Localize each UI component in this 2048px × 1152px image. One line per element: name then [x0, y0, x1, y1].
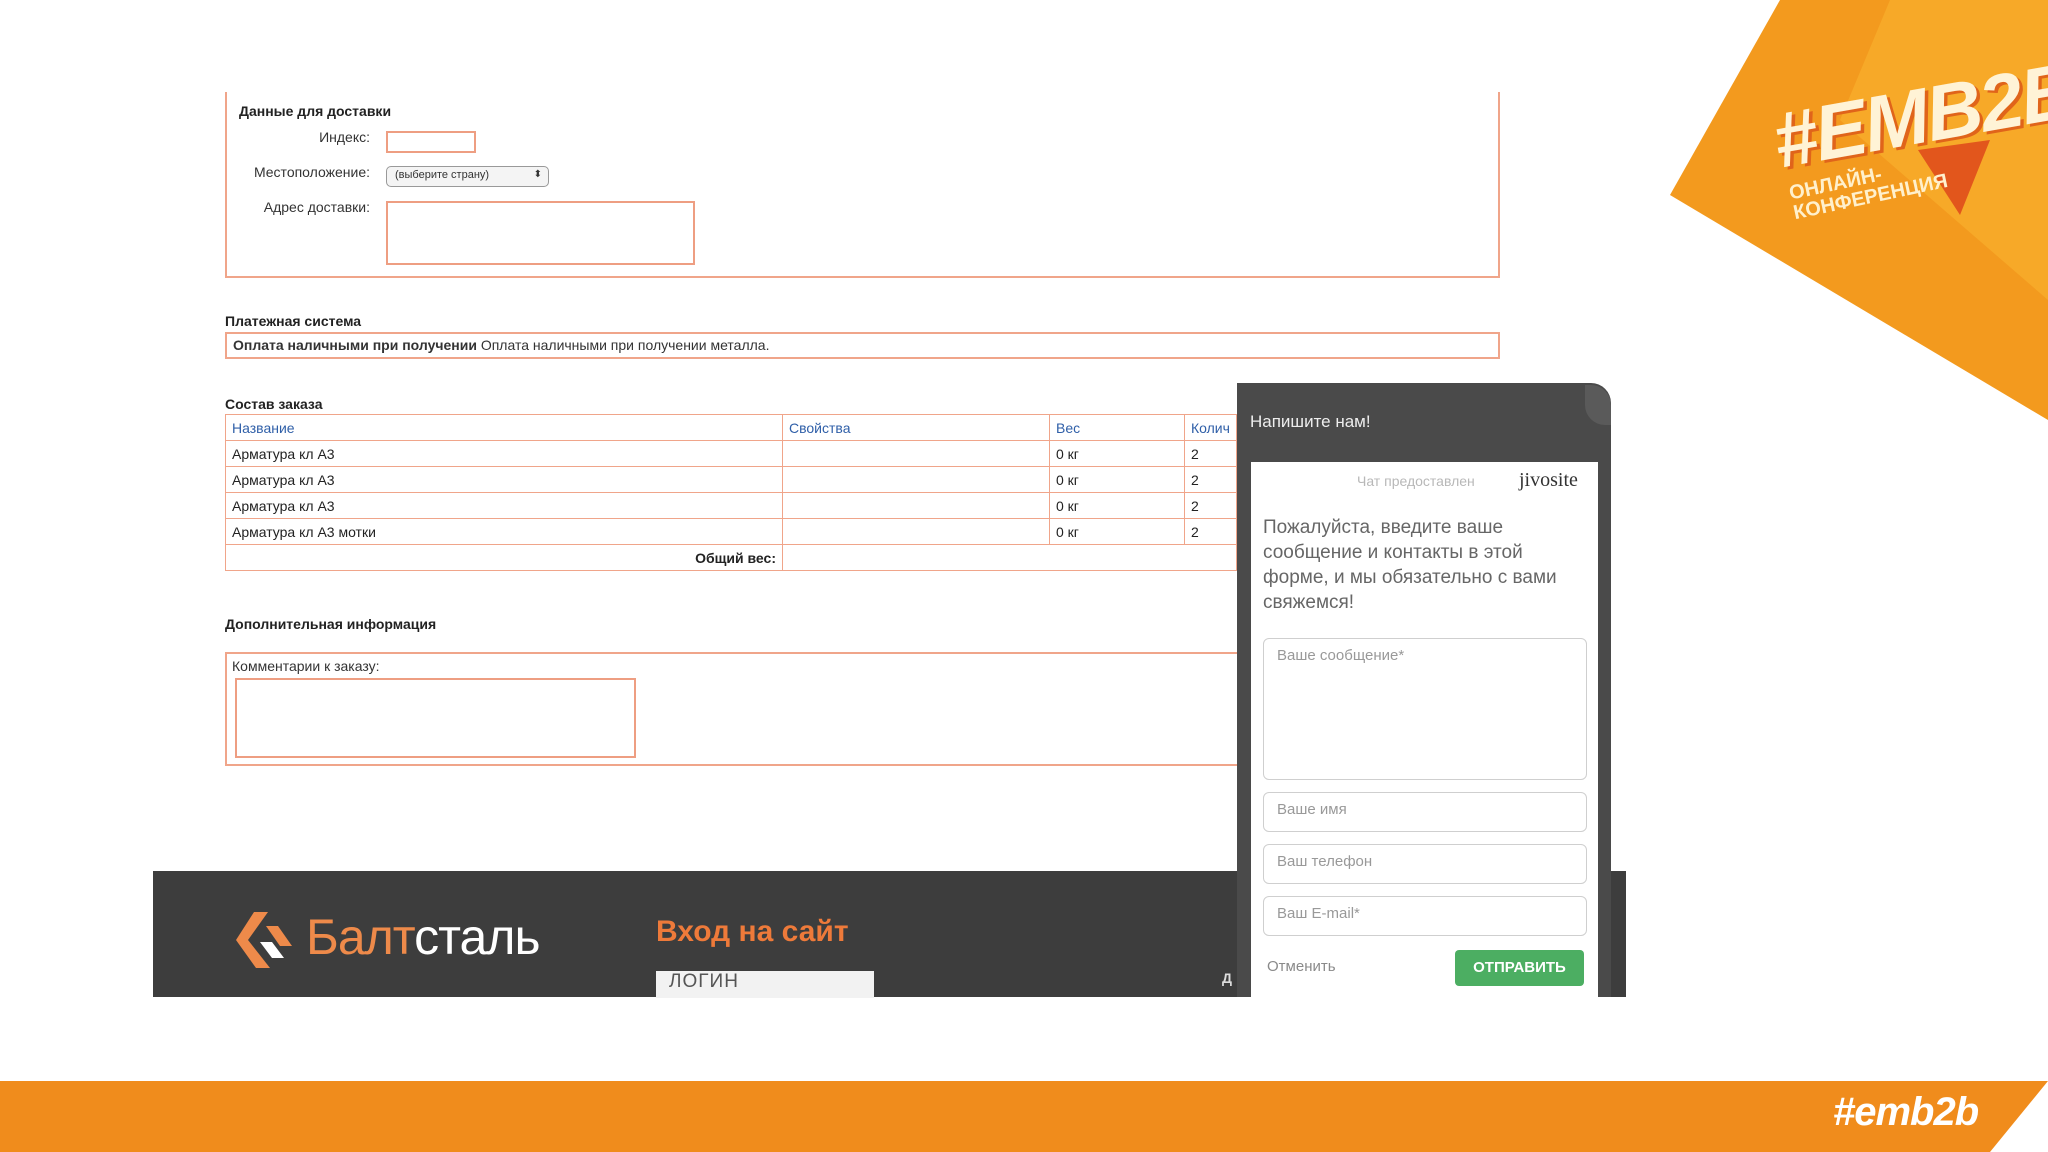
row-props	[782, 492, 1050, 519]
chat-phone-input[interactable]: Ваш телефон	[1263, 844, 1587, 884]
location-label: Местоположение:	[253, 164, 370, 180]
row-qty: 2	[1184, 466, 1237, 493]
address-label: Адрес доставки:	[263, 199, 370, 215]
payment-method-name: Оплата наличными при получении	[233, 337, 477, 353]
chat-email-input[interactable]: Ваш E-mail*	[1263, 896, 1587, 936]
row-props	[782, 466, 1050, 493]
total-row: Общий вес:	[225, 544, 1237, 571]
row-qty: 2	[1184, 492, 1237, 519]
payment-method[interactable]: Оплата наличными при получении Оплата на…	[233, 337, 769, 353]
index-label: Индекс:	[319, 129, 370, 145]
logo-text-orange: Балт	[306, 909, 415, 965]
table-row: Арматура кл А3 0 кг 2	[225, 492, 1237, 519]
row-props	[782, 518, 1050, 545]
row-qty: 2	[1184, 518, 1237, 545]
comment-textarea[interactable]	[235, 678, 636, 758]
logo-text-white: сталь	[414, 909, 540, 965]
col-name[interactable]: Название	[225, 414, 783, 441]
chat-provided-by: Чат предоставлен	[1357, 473, 1475, 489]
col-qty[interactable]: Колич	[1184, 414, 1237, 441]
bottom-brand-bar	[0, 1081, 2048, 1152]
partial-glyph: Д	[1222, 970, 1232, 986]
row-name: Арматура кл А3 мотки	[225, 518, 783, 545]
login-title: Вход на сайт	[656, 915, 849, 948]
chat-message-input[interactable]: Ваше сообщение*	[1263, 638, 1587, 780]
row-qty: 2	[1184, 440, 1237, 467]
table-row: Арматура кл А3 0 кг 2	[225, 466, 1237, 493]
row-name: Арматура кл А3	[225, 440, 783, 467]
jivosite-logo[interactable]: jivosite	[1519, 469, 1578, 492]
row-weight: 0 кг	[1049, 518, 1185, 545]
row-name: Арматура кл А3	[225, 492, 783, 519]
baltstal-logo-icon	[236, 912, 292, 968]
order-header-row: Название Свойства Вес Колич	[225, 414, 1237, 441]
col-props[interactable]: Свойства	[782, 414, 1050, 441]
payment-title: Платежная система	[225, 313, 362, 329]
total-weight-value	[782, 544, 1237, 571]
delivery-title: Данные для доставки	[239, 103, 392, 119]
select-arrows-icon: ⬍	[533, 169, 542, 180]
row-weight: 0 кг	[1049, 492, 1185, 519]
order-title: Состав заказа	[225, 396, 323, 412]
chat-send-button[interactable]: ОТПРАВИТЬ	[1455, 950, 1584, 986]
baltstal-logo-text[interactable]: Балтсталь	[306, 908, 541, 966]
payment-method-desc: Оплата наличными при получении металла.	[480, 337, 770, 353]
bottom-hashtag: #emb2b	[1833, 1090, 1979, 1134]
row-weight: 0 кг	[1049, 440, 1185, 467]
bottom-bar-notch	[1990, 1081, 2048, 1152]
country-select-value: (выберите страну)	[395, 169, 490, 181]
login-input[interactable]: ЛОГИН	[656, 971, 874, 998]
col-weight[interactable]: Вес	[1049, 414, 1185, 441]
address-textarea[interactable]	[386, 201, 695, 265]
extra-title: Дополнительная информация	[225, 616, 437, 632]
total-weight-label: Общий вес:	[225, 544, 783, 571]
chat-cancel-link[interactable]: Отменить	[1267, 958, 1336, 975]
country-select[interactable]: (выберите страну) ⬍	[386, 166, 549, 187]
table-row: Арматура кл А3 0 кг 2	[225, 440, 1237, 467]
index-input[interactable]	[386, 131, 476, 153]
chat-name-input[interactable]: Ваше имя	[1263, 792, 1587, 832]
row-name: Арматура кл А3	[225, 466, 783, 493]
comment-label: Комментарии к заказу:	[232, 658, 380, 674]
row-weight: 0 кг	[1049, 466, 1185, 493]
order-table: Название Свойства Вес Колич Арматура кл …	[225, 414, 1237, 571]
chat-header: Напишите нам!	[1250, 412, 1371, 431]
table-row: Арматура кл А3 мотки 0 кг 2	[225, 518, 1237, 545]
chat-intro: Пожалуйста, введите ваше сообщение и кон…	[1263, 517, 1557, 613]
row-props	[782, 440, 1050, 467]
